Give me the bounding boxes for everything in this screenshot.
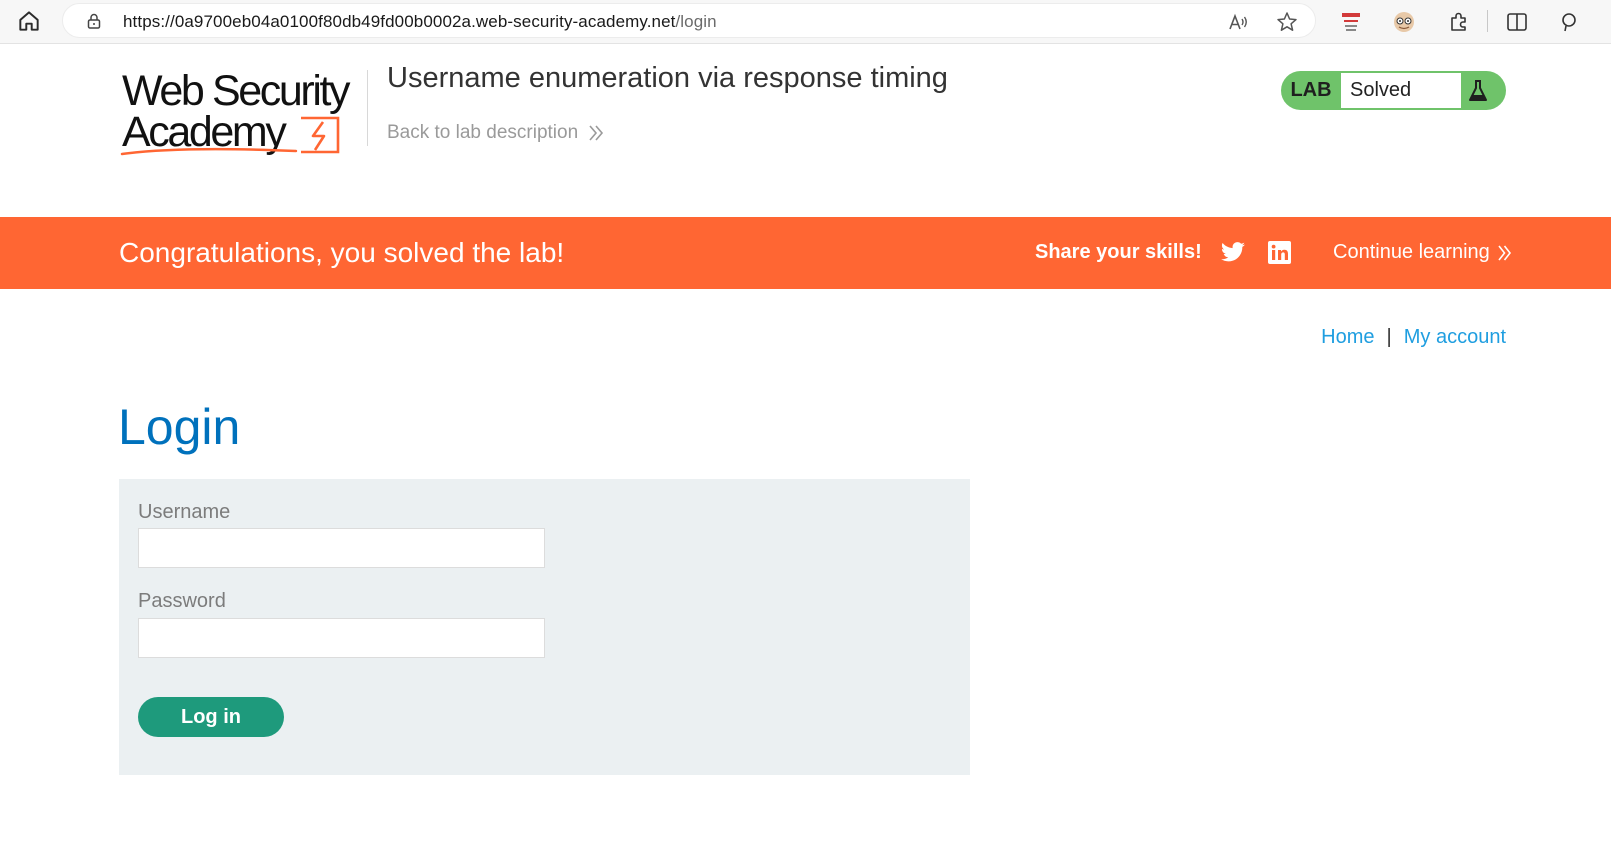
username-input[interactable]: [138, 528, 545, 568]
read-aloud-icon[interactable]: [1227, 11, 1249, 33]
page-title: Login: [118, 399, 241, 455]
password-input[interactable]: [138, 618, 545, 658]
favorite-star-icon[interactable]: [1275, 10, 1299, 34]
news-extension-icon[interactable]: [1338, 9, 1364, 35]
my-account-link[interactable]: My account: [1404, 326, 1506, 348]
lab-badge-label: LAB: [1290, 79, 1332, 101]
home-icon[interactable]: [16, 8, 42, 34]
url-main: https://0a9700eb04a0100f80db49fd00b0002a…: [123, 12, 676, 31]
username-label: Username: [138, 501, 231, 523]
log-in-button[interactable]: Log in: [138, 697, 284, 737]
top-navigation: Home | My account: [1321, 326, 1506, 349]
split-screen-icon[interactable]: [1504, 9, 1530, 35]
lab-status-text: Solved: [1341, 73, 1461, 108]
continue-learning-link[interactable]: Continue learning: [1333, 241, 1512, 264]
address-bar[interactable]: https://0a9700eb04a0100f80db49fd00b0002a…: [62, 3, 1316, 38]
nav-separator: |: [1386, 326, 1392, 348]
feedback-icon[interactable]: [1556, 9, 1582, 35]
continue-learning-label: Continue learning: [1333, 241, 1490, 263]
url-path: /login: [675, 12, 717, 31]
login-form: Username Password Log in: [119, 479, 970, 775]
back-to-lab-description-link[interactable]: Back to lab description: [387, 122, 604, 144]
web-security-academy-logo[interactable]: Web Security Academy: [120, 66, 364, 160]
lock-icon[interactable]: [85, 12, 103, 30]
linkedin-icon[interactable]: [1268, 241, 1291, 264]
share-skills-label: Share your skills!: [1035, 241, 1202, 263]
profile-avatar-icon[interactable]: [1391, 9, 1417, 35]
logo-text-line1: Web Security: [122, 67, 351, 115]
lab-solved-banner: Congratulations, you solved the lab! Sha…: [0, 217, 1611, 289]
browser-toolbar: https://0a9700eb04a0100f80db49fd00b0002a…: [0, 0, 1611, 44]
logo-swoosh-icon: [120, 147, 298, 156]
solved-message: Congratulations, you solved the lab!: [119, 237, 565, 268]
flask-icon: [1469, 80, 1487, 101]
password-label: Password: [138, 590, 226, 612]
logo-lightning-mark-icon: [301, 116, 340, 154]
lab-status-badge: LAB Solved: [1281, 71, 1506, 110]
double-chevron-right-icon: [1498, 245, 1511, 260]
lab-title: Username enumeration via response timing: [387, 62, 948, 94]
toolbar-separator: [1487, 10, 1488, 32]
back-link-label: Back to lab description: [387, 122, 579, 143]
home-link[interactable]: Home: [1321, 326, 1374, 348]
twitter-icon[interactable]: [1220, 241, 1246, 265]
url-text[interactable]: https://0a9700eb04a0100f80db49fd00b0002a…: [123, 12, 717, 32]
extensions-puzzle-icon[interactable]: [1446, 9, 1472, 35]
double-chevron-right-icon: [589, 125, 604, 141]
header-divider: [367, 70, 368, 146]
